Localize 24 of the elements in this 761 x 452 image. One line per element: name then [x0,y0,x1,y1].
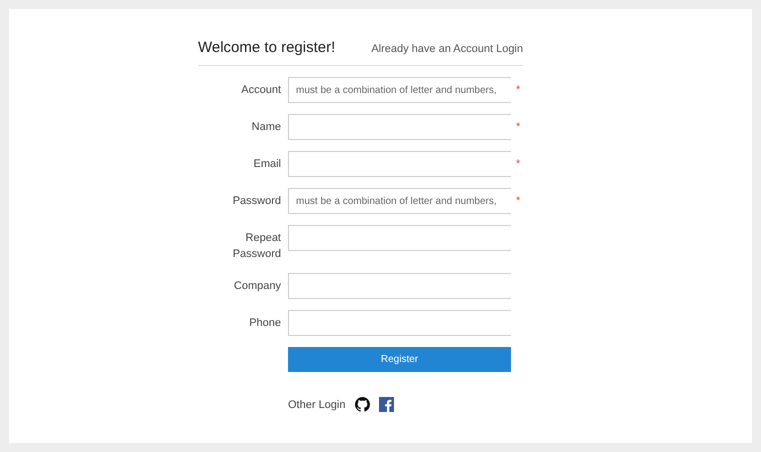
input-field[interactable] [288,151,511,177]
field-label: Name [250,120,281,135]
required-mark: * [516,120,520,133]
input-field[interactable] [288,273,511,299]
facebook-icon[interactable] [379,397,394,412]
field-label: Email [252,157,281,172]
input-field[interactable] [288,114,511,140]
input-field[interactable] [288,310,511,336]
input-field[interactable]: must be a combination of letter and numbers, [288,77,511,103]
input-field[interactable]: must be a combination of letter and numbers, [288,188,511,214]
page-title: Welcome to register! [198,39,336,56]
field-label: Password [232,194,281,209]
github-icon[interactable] [355,397,370,412]
other-login-label: Other Login [288,398,346,410]
required-mark: * [516,194,520,207]
field-label: Phone [248,316,281,331]
required-mark: * [516,83,520,96]
register-button[interactable]: Register [288,347,511,372]
field-label: Repeat Password [232,231,281,262]
input-field[interactable] [288,225,511,251]
required-mark: * [516,157,520,170]
login-link[interactable]: Already have an Account Login [371,43,523,55]
field-label: Account [240,83,281,98]
field-label: Company [232,279,281,294]
